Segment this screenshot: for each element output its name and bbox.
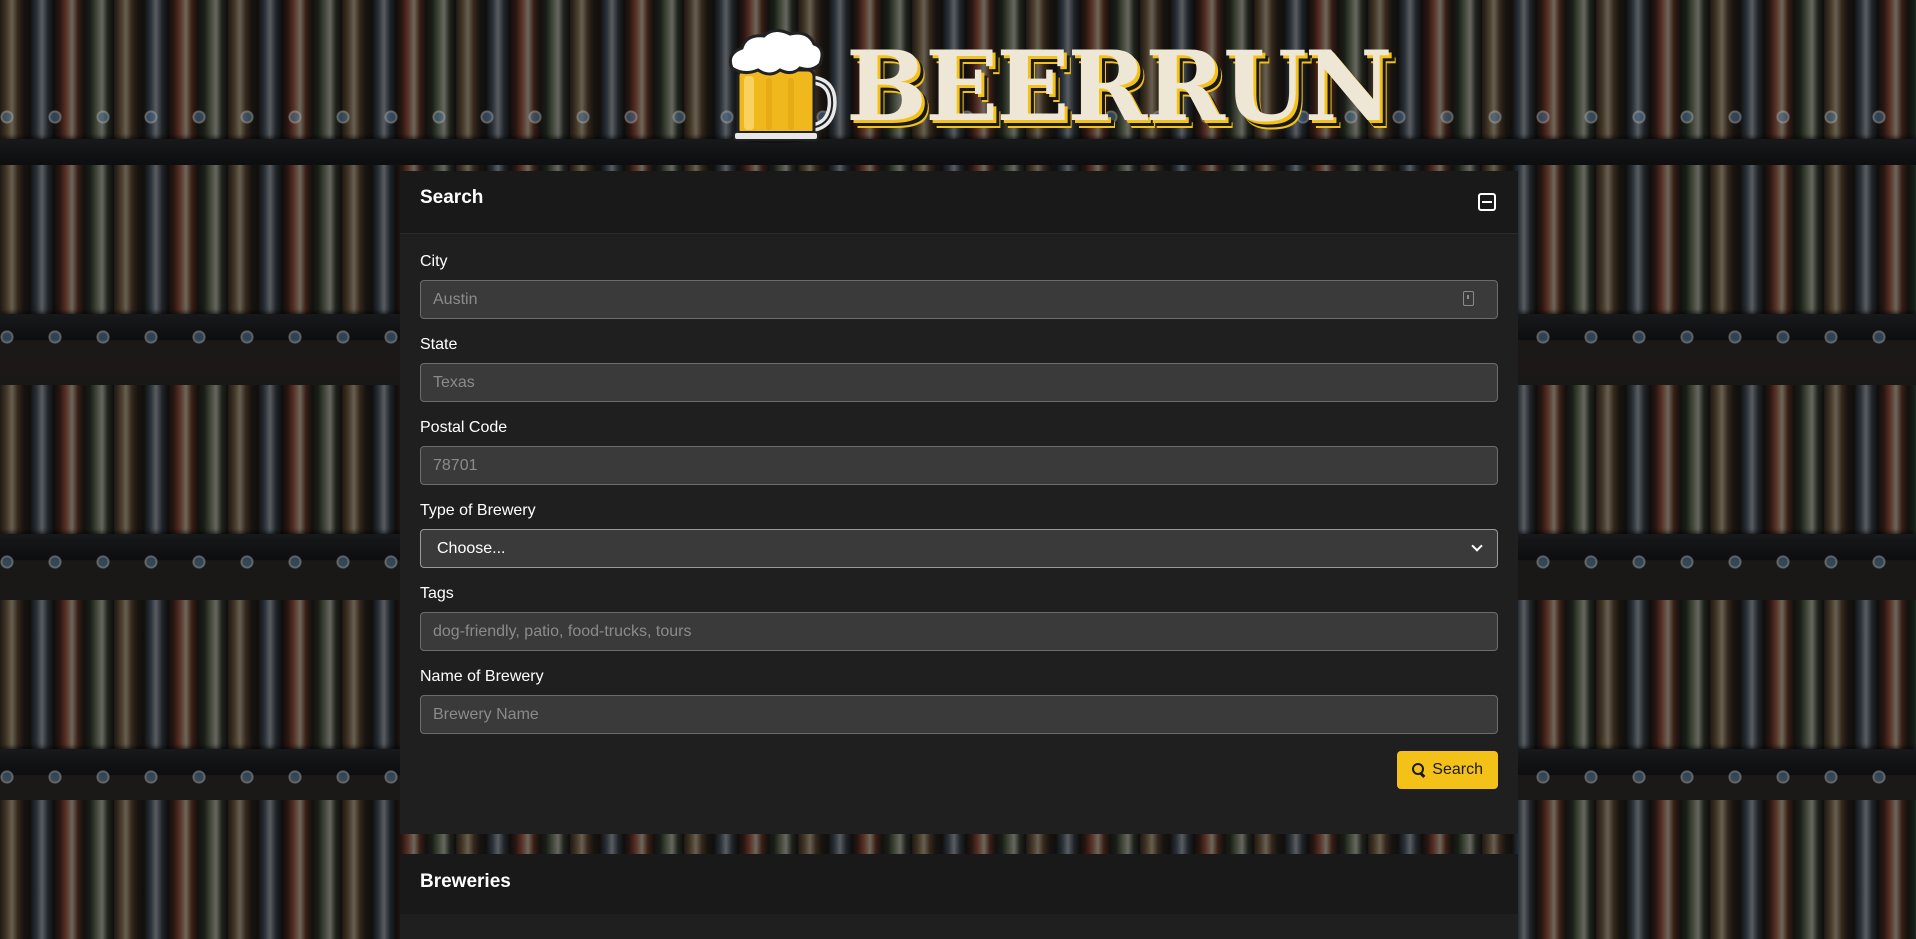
- brewery-name-field: Name of Brewery: [420, 668, 1498, 734]
- brewery-type-label: Type of Brewery: [420, 502, 536, 519]
- search-panel: Search City State Postal Code Type of Br…: [400, 171, 1518, 834]
- state-input[interactable]: [420, 363, 1498, 402]
- brewery-name-input[interactable]: [420, 695, 1498, 734]
- search-panel-title: Search: [420, 187, 484, 208]
- tags-input[interactable]: [420, 612, 1498, 651]
- beer-mug-icon: [720, 28, 838, 146]
- state-label: State: [420, 336, 458, 353]
- brewery-type-select[interactable]: Choose...: [420, 529, 1498, 568]
- tags-label: Tags: [420, 585, 454, 602]
- brewery-type-field: Type of Brewery Choose...: [420, 502, 1498, 568]
- search-panel-header: Search: [400, 171, 1518, 234]
- city-label: City: [420, 253, 448, 270]
- chevron-down-icon: [1471, 540, 1483, 552]
- brewery-name-label: Name of Brewery: [420, 668, 544, 685]
- state-field: State: [420, 336, 1498, 402]
- postal-code-input[interactable]: [420, 446, 1498, 485]
- brewery-type-selected-value: Choose...: [437, 539, 506, 557]
- postal-code-label: Postal Code: [420, 419, 508, 436]
- search-icon: [1412, 763, 1426, 777]
- search-form: City State Postal Code Type of Brewery C…: [400, 234, 1518, 789]
- city-input[interactable]: [420, 280, 1498, 319]
- postal-code-field: Postal Code: [420, 419, 1498, 485]
- breweries-panel-header: Breweries: [400, 854, 1518, 914]
- logo-text: BEERRUN: [846, 30, 1393, 143]
- breweries-panel: Breweries: [400, 854, 1518, 939]
- autofill-contact-icon[interactable]: [1463, 291, 1474, 306]
- search-button[interactable]: Search: [1397, 751, 1498, 789]
- tags-field: Tags: [420, 585, 1498, 651]
- city-field: City: [420, 253, 1498, 319]
- search-button-label: Search: [1432, 761, 1483, 778]
- breweries-panel-title: Breweries: [420, 871, 511, 892]
- site-logo[interactable]: BEERRUN: [720, 24, 1393, 150]
- minus-square-icon[interactable]: [1478, 193, 1496, 211]
- form-actions: Search: [420, 751, 1498, 789]
